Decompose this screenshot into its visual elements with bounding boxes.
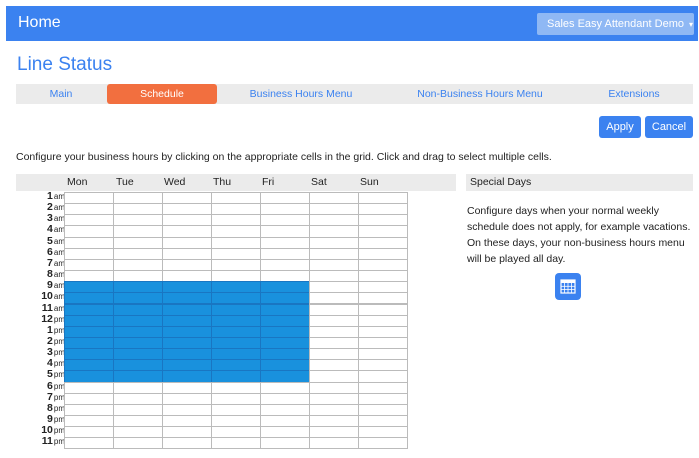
day-header-sat: Sat [311,176,327,188]
hour-label: 5pm [16,369,65,380]
hour-label: 3am [16,213,65,224]
hour-label: 12pm [16,313,65,325]
tab-extensions[interactable]: Extensions [576,84,692,104]
special-days-description: Configure days when your normal weekly s… [467,205,691,265]
tab-schedule[interactable]: Schedule [107,84,217,104]
schedule-cell[interactable] [260,437,310,450]
hour-number: 11 [41,435,53,448]
calendar-icon [560,279,576,294]
hour-label: 3pm [16,347,65,358]
hour-label: 2pm [16,335,65,347]
day-header-sun: Sun [360,176,379,188]
hour-label: 7am [16,257,65,269]
hour-label: 8am [16,268,65,280]
hour-label: 5am [16,235,65,247]
hour-label: 4am [16,224,65,235]
top-navbar: Home Sales Easy Attendant Demo ▾ [6,6,698,41]
home-link[interactable]: Home [18,14,61,32]
day-header-fri: Fri [262,176,275,188]
hour-label: 6am [16,246,65,258]
hour-label: 10am [16,291,65,302]
account-dropdown[interactable]: Sales Easy Attendant Demo ▾ [537,13,694,35]
special-days-header: Special Days [466,174,693,191]
hour-label: 2am [16,202,65,213]
schedule-cell[interactable] [358,437,408,450]
tab-main[interactable]: Main [16,84,106,104]
hour-label: 1pm [16,324,65,336]
chevron-down-icon: ▾ [689,20,694,29]
tab-bar: Main Schedule Business Hours Menu Non-Bu… [16,84,693,104]
schedule-cell[interactable] [64,437,114,450]
day-header-tue: Tue [116,176,134,188]
hour-label: 8pm [16,402,65,414]
hour-label: 7pm [16,391,65,403]
schedule-cell[interactable] [211,437,261,450]
schedule-grid[interactable] [64,192,408,458]
special-days-calendar-button[interactable] [555,273,581,300]
schedule-cell[interactable] [309,437,359,450]
hour-label: 6pm [16,380,65,392]
hour-label: 1am [16,190,65,202]
schedule-cell[interactable] [113,437,163,450]
apply-button[interactable]: Apply [599,116,641,138]
hour-label: 11pm [16,436,65,447]
schedule-cell[interactable] [162,437,212,450]
tab-non-business-hours-menu[interactable]: Non-Business Hours Menu [385,84,575,104]
hour-label: 4pm [16,358,65,369]
schedule-grid-header: Mon Tue Wed Thu Fri Sat Sun [16,174,456,191]
page-title: Line Status [17,54,113,75]
account-label: Sales Easy Attendant Demo [547,18,684,30]
hour-label: 10pm [16,425,65,436]
instructions-text: Configure your business hours by clickin… [16,151,552,163]
cancel-button[interactable]: Cancel [645,116,693,138]
day-header-thu: Thu [213,176,232,188]
tab-business-hours-menu[interactable]: Business Hours Menu [218,84,384,104]
day-header-wed: Wed [164,176,186,188]
day-header-mon: Mon [67,176,88,188]
